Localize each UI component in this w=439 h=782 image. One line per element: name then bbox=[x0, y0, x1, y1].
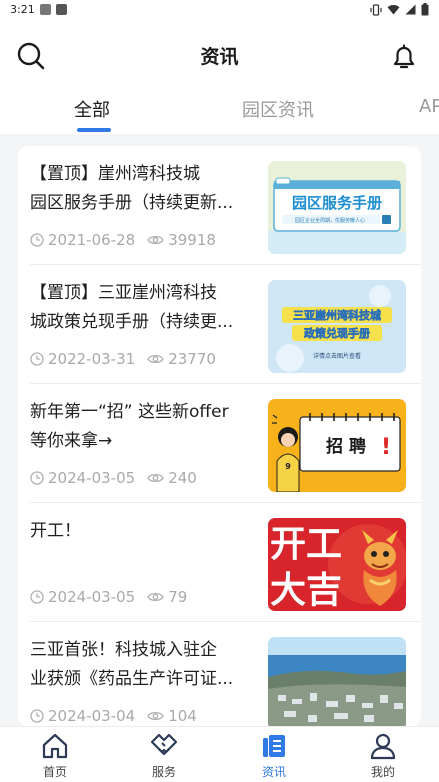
eye-icon bbox=[147, 473, 164, 483]
thumb-heading: 大吉 bbox=[270, 570, 342, 611]
news-title: 【置顶】崖州湾科技城 园区服务手册（持续更新... bbox=[30, 160, 256, 218]
nav-label: 首页 bbox=[42, 765, 67, 779]
news-meta: 2024-03-05 79 bbox=[30, 588, 187, 606]
news-title-line: 新年第一“招” 这些新offer bbox=[30, 402, 229, 422]
notification-icon bbox=[56, 4, 67, 15]
news-meta: 2024-03-05 240 bbox=[30, 469, 197, 487]
news-title: 开工！ bbox=[30, 517, 256, 546]
nav-label: 服务 bbox=[151, 765, 176, 779]
tab-all[interactable]: 全部 bbox=[74, 96, 110, 122]
service-icon bbox=[150, 733, 178, 756]
active-tab-indicator bbox=[77, 128, 111, 132]
news-views: 23770 bbox=[168, 350, 216, 368]
thumb-heading: 政策兑现手册 bbox=[304, 326, 370, 340]
tab-park-news[interactable]: 园区资讯 bbox=[242, 96, 314, 122]
news-date: 2021-06-28 bbox=[48, 231, 136, 249]
thumb-heading: 三亚崖州湾科技城 bbox=[293, 308, 381, 322]
bottom-navigation: 首页 服务 资讯 我的 bbox=[0, 726, 439, 782]
clock-icon bbox=[30, 352, 44, 366]
wifi-icon bbox=[387, 5, 400, 15]
nav-news[interactable]: 资讯 bbox=[239, 732, 309, 780]
news-views: 39918 bbox=[168, 231, 216, 249]
clock-icon bbox=[30, 471, 44, 485]
category-tabs: 全部 园区资讯 AP bbox=[0, 86, 439, 134]
clock-icon bbox=[30, 709, 44, 723]
news-title-line: 城政策兑现手册（持续更... bbox=[30, 312, 234, 332]
thumb-subtext: 园区企业全周期，优服务暖人心 bbox=[295, 217, 365, 224]
news-title-line: 园区服务手册（持续更新... bbox=[30, 193, 234, 213]
news-item[interactable]: 新年第一“招” 这些新offer 等你来拿→ 2024-03-05 240 招 … bbox=[18, 384, 421, 503]
notification-icon bbox=[40, 4, 51, 15]
news-meta: 2022-03-31 23770 bbox=[30, 350, 216, 368]
news-item[interactable]: 三亚首张！科技城入驻企 业获颁《药品生产许可证... 2024-03-04 10… bbox=[18, 622, 421, 726]
eye-icon bbox=[147, 354, 164, 364]
nav-home[interactable]: 首页 bbox=[20, 732, 90, 780]
signal-icon bbox=[405, 4, 416, 15]
news-title-line: 业获颁《药品生产许可证... bbox=[30, 669, 234, 689]
news-item[interactable]: 【置顶】三亚崖州湾科技 城政策兑现手册（持续更... 2022-03-31 23… bbox=[18, 265, 421, 384]
thumb-heading: 园区服务手册 bbox=[292, 194, 382, 212]
news-thumbnail bbox=[268, 637, 406, 726]
news-date: 2024-03-05 bbox=[48, 588, 136, 606]
status-time: 3:21 bbox=[10, 3, 35, 16]
news-meta: 2024-03-04 104 bbox=[30, 707, 197, 725]
nav-label: 资讯 bbox=[261, 765, 286, 779]
status-icons bbox=[370, 3, 429, 16]
eye-icon bbox=[147, 235, 164, 245]
news-title: 三亚首张！科技城入驻企 业获颁《药品生产许可证... bbox=[30, 636, 256, 694]
clock-icon bbox=[30, 590, 44, 604]
home-icon bbox=[42, 733, 68, 759]
nav-label: 我的 bbox=[370, 765, 395, 779]
thumb-heading: 开工 bbox=[270, 524, 342, 565]
news-title-line: 三亚首张！科技城入驻企 bbox=[30, 640, 217, 660]
news-thumbnail: 三亚崖州湾科技城 政策兑现手册 详情点击图片查看 bbox=[268, 280, 406, 373]
svg-text:9: 9 bbox=[285, 462, 291, 471]
nav-profile[interactable]: 我的 bbox=[348, 732, 418, 780]
news-icon bbox=[263, 735, 285, 757]
news-feed: 【置顶】崖州湾科技城 园区服务手册（持续更新... 2021-06-28 399… bbox=[18, 146, 421, 726]
news-title: 新年第一“招” 这些新offer 等你来拿→ bbox=[30, 398, 256, 456]
tab-ap[interactable]: AP bbox=[419, 96, 439, 117]
news-date: 2022-03-31 bbox=[48, 350, 136, 368]
thumb-subtext: 详情点击图片查看 bbox=[313, 352, 361, 360]
news-title-line: 等你来拿→ bbox=[30, 431, 113, 451]
news-views: 104 bbox=[168, 707, 197, 725]
eye-icon bbox=[147, 711, 164, 721]
news-title-line: 【置顶】三亚崖州湾科技 bbox=[30, 283, 217, 303]
thumb-heading: 招 聘 bbox=[326, 436, 366, 457]
top-bar: 资讯 bbox=[0, 20, 439, 86]
news-title: 【置顶】三亚崖州湾科技 城政策兑现手册（持续更... bbox=[30, 279, 256, 337]
news-title-line: 【置顶】崖州湾科技城 bbox=[30, 164, 200, 184]
news-item[interactable]: 开工！ 2024-03-05 79 开工 大吉 bbox=[18, 503, 421, 622]
profile-icon bbox=[370, 733, 396, 760]
clock-icon bbox=[30, 233, 44, 247]
nav-service[interactable]: 服务 bbox=[129, 732, 199, 780]
news-thumbnail: 招 聘 ! 9 bbox=[268, 399, 406, 492]
page-title: 资讯 bbox=[200, 46, 239, 68]
news-thumbnail: 园区服务手册 园区企业全周期，优服务暖人心 bbox=[268, 161, 406, 254]
news-item[interactable]: 【置顶】崖州湾科技城 园区服务手册（持续更新... 2021-06-28 399… bbox=[18, 146, 421, 265]
news-views: 79 bbox=[168, 588, 188, 606]
notifications-button[interactable] bbox=[389, 41, 419, 71]
news-date: 2024-03-04 bbox=[48, 707, 136, 725]
battery-icon bbox=[421, 3, 429, 16]
bell-icon bbox=[393, 44, 415, 69]
news-title-line: 开工！ bbox=[30, 521, 81, 541]
eye-icon bbox=[147, 592, 164, 602]
news-meta: 2021-06-28 39918 bbox=[30, 231, 216, 249]
news-views: 240 bbox=[168, 469, 197, 487]
status-bar: 3:21 bbox=[0, 0, 439, 20]
news-date: 2024-03-05 bbox=[48, 469, 136, 487]
thumb-mark: ! bbox=[381, 435, 391, 460]
news-thumbnail: 开工 大吉 bbox=[268, 518, 406, 611]
vibrate-icon bbox=[370, 3, 382, 16]
